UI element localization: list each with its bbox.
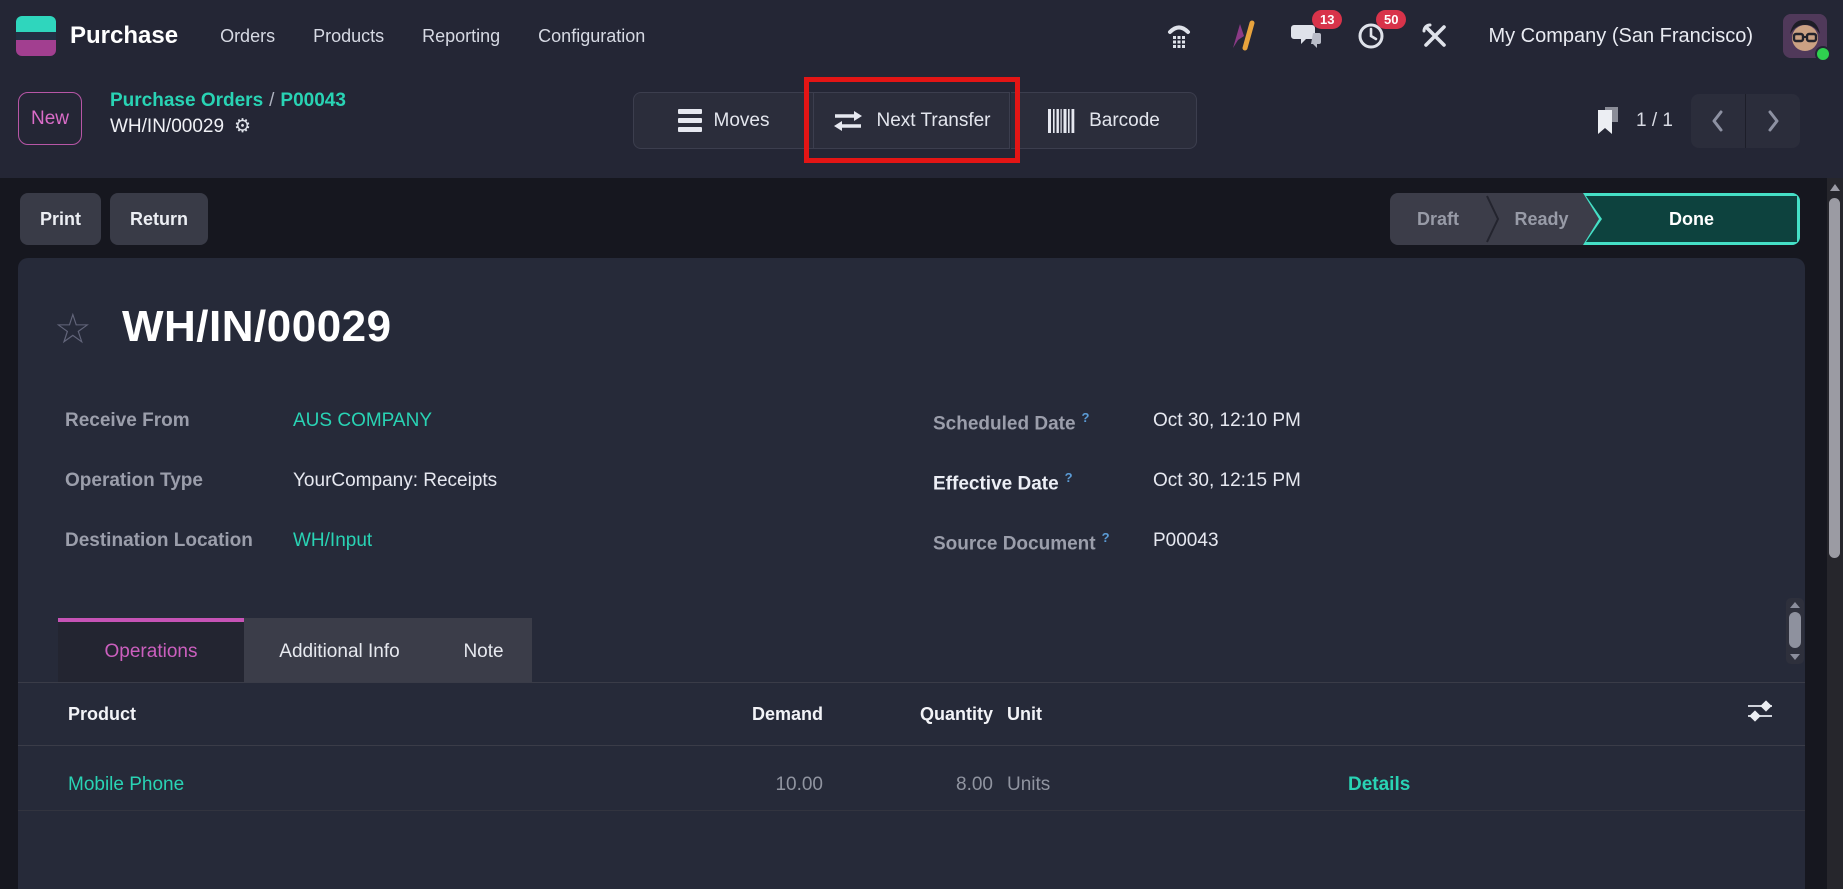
product-link[interactable]: Mobile Phone — [68, 774, 184, 795]
table-row-quantity[interactable]: 8.00 — [843, 774, 993, 796]
messages-badge: 13 — [1312, 10, 1343, 29]
field-value-receive-from[interactable]: AUS COMPANY — [293, 410, 432, 431]
breadcrumb-current: WH/IN/00029 — [110, 116, 225, 137]
field-label-receive-from: Receive From — [65, 410, 190, 431]
inner-scroll-thumb[interactable] — [1789, 612, 1801, 648]
field-label-effective-date: Effective Date — [933, 473, 1059, 495]
menu-products[interactable]: Products — [311, 20, 386, 53]
scroll-up-icon[interactable] — [1830, 184, 1840, 191]
pager-counter: 1 / 1 — [1636, 110, 1673, 131]
messages-icon[interactable]: 13 — [1290, 10, 1343, 53]
new-button[interactable]: New — [18, 92, 82, 145]
scroll-thumb[interactable] — [1829, 198, 1840, 558]
debug-tools-icon[interactable] — [1418, 19, 1452, 53]
moves-button[interactable]: Moves — [633, 92, 814, 149]
field-label-operation-type: Operation Type — [65, 470, 203, 491]
notebook-tabs: Operations Additional Info Note — [58, 618, 532, 682]
menu-orders[interactable]: Orders — [218, 20, 277, 53]
table-row-demand[interactable]: 10.00 — [673, 774, 823, 796]
status-done-label: Done — [1669, 208, 1714, 229]
moves-list-icon — [677, 109, 702, 132]
bookmark-icon[interactable] — [1596, 107, 1619, 135]
status-bar: Draft Ready Done — [1390, 193, 1800, 245]
breadcrumb: Purchase Orders / P00043 WH/IN/00029 ⚙ — [110, 88, 346, 140]
details-button[interactable]: Details — [1348, 774, 1410, 795]
chevron-left-icon — [1712, 110, 1723, 132]
field-value-source-document[interactable]: P00043 — [1153, 530, 1219, 552]
user-avatar[interactable] — [1783, 14, 1831, 62]
inner-scrollbar[interactable] — [1786, 598, 1804, 664]
breadcrumb-parent-link[interactable]: Purchase Orders — [110, 90, 263, 111]
ai-assistant-icon[interactable] — [1226, 19, 1260, 53]
field-value-operation-type[interactable]: YourCompany: Receipts — [293, 470, 497, 492]
menu-configuration[interactable]: Configuration — [536, 20, 647, 53]
company-switcher[interactable]: My Company (San Francisco) — [1488, 25, 1753, 48]
form-sheet: ☆ WH/IN/00029 Receive From AUS COMPANY O… — [18, 258, 1805, 889]
optional-columns-icon[interactable] — [1746, 700, 1774, 727]
field-label-destination-location: Destination Location — [65, 530, 253, 551]
column-header-quantity[interactable]: Quantity — [843, 704, 993, 725]
breadcrumb-separator: / — [269, 90, 275, 111]
barcode-button[interactable]: Barcode — [1011, 92, 1197, 149]
tab-divider — [18, 682, 1805, 683]
record-title: WH/IN/00029 — [122, 302, 392, 351]
return-button[interactable]: Return — [110, 193, 208, 245]
pager-next-button[interactable] — [1745, 94, 1800, 148]
apps-menu-icon[interactable] — [16, 16, 56, 56]
table-header-rule — [18, 745, 1805, 746]
top-navbar: Purchase Orders Products Reporting Confi… — [0, 0, 1843, 72]
table-row-unit: Units — [1007, 774, 1051, 795]
online-status-dot — [1815, 46, 1831, 62]
header: Purchase Orders Products Reporting Confi… — [0, 0, 1843, 178]
field-value-scheduled-date[interactable]: Oct 30, 12:10 PM — [1153, 410, 1301, 432]
logo-magenta-band — [16, 40, 56, 56]
activities-badge: 50 — [1376, 10, 1407, 29]
help-icon: ? — [1064, 470, 1073, 485]
barcode-icon — [1048, 108, 1075, 133]
actions-gear-icon[interactable]: ⚙ — [234, 114, 251, 140]
table-row-rule — [18, 810, 1805, 811]
moves-label: Moves — [713, 109, 770, 131]
annotation-highlight-next-transfer — [804, 77, 1020, 163]
barcode-label: Barcode — [1089, 109, 1160, 131]
menu-reporting[interactable]: Reporting — [420, 20, 502, 53]
activities-clock-icon[interactable]: 50 — [1354, 10, 1407, 53]
favorite-star-icon[interactable]: ☆ — [54, 308, 92, 350]
voip-phone-icon[interactable] — [1162, 19, 1196, 53]
inner-scroll-down-icon[interactable] — [1790, 654, 1800, 660]
status-done-active[interactable]: Done — [1583, 193, 1800, 245]
chevron-right-icon — [1768, 110, 1779, 132]
status-separator-icon — [1486, 195, 1500, 243]
breadcrumb-bar: New Purchase Orders / P00043 WH/IN/00029 ⚙… — [0, 72, 1843, 178]
help-icon: ? — [1101, 530, 1110, 545]
pager-previous-button[interactable] — [1691, 94, 1745, 148]
inner-scroll-up-icon[interactable] — [1790, 602, 1800, 608]
column-header-unit[interactable]: Unit — [1007, 704, 1042, 725]
navbar-systray: 13 50 My Company (San Francisco) — [1162, 10, 1831, 62]
logo-teal-band — [16, 16, 56, 32]
app-title[interactable]: Purchase — [70, 22, 178, 50]
tab-operations[interactable]: Operations — [58, 618, 244, 682]
pager-buttons — [1691, 94, 1800, 148]
column-header-demand[interactable]: Demand — [673, 704, 823, 725]
table-row-product: Mobile Phone — [68, 774, 184, 796]
field-label-source-document: Source Document — [933, 533, 1096, 555]
help-icon: ? — [1081, 410, 1090, 425]
print-button[interactable]: Print — [20, 193, 102, 245]
logo-dark-band — [16, 32, 56, 40]
field-value-destination-location[interactable]: WH/Input — [293, 530, 372, 551]
control-panel: Print Return Draft Ready Done — [0, 178, 1827, 258]
field-label-scheduled-date: Scheduled Date — [933, 413, 1076, 435]
breadcrumb-doc-link[interactable]: P00043 — [280, 90, 346, 111]
field-value-effective-date[interactable]: Oct 30, 12:15 PM — [1153, 470, 1301, 492]
app-window: Purchase Orders Products Reporting Confi… — [0, 0, 1843, 889]
nav-menus: Orders Products Reporting Configuration — [218, 20, 647, 53]
tab-additional-info[interactable]: Additional Info — [244, 618, 435, 682]
pager: 1 / 1 — [1596, 94, 1800, 148]
status-draft[interactable]: Draft — [1390, 193, 1486, 245]
page-scrollbar[interactable] — [1827, 178, 1843, 889]
status-ready[interactable]: Ready — [1500, 193, 1583, 245]
tab-note[interactable]: Note — [435, 618, 532, 682]
column-header-product[interactable]: Product — [68, 704, 136, 725]
